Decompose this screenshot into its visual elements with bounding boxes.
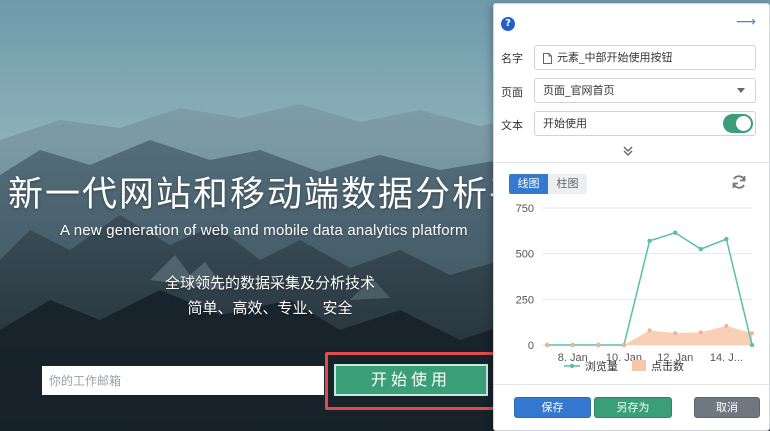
panel-divider-bottom [494,384,769,385]
chevron-down-icon [737,88,745,93]
legend-clicks-label: 点击数 [651,360,684,373]
clicks-point [545,343,550,347]
panel-divider [494,162,769,163]
clicks-point [596,343,601,347]
hero-subline: A new generation of web and mobile data … [60,222,468,239]
refresh-icon[interactable] [731,174,747,190]
element-editor-panel: ? ⟶ 名字 元素_中部开始使用按钮 页面 页面_官网首页 文本 开始使用 线图… [493,3,770,431]
views-point [672,230,678,235]
toggle-knob [736,116,751,131]
page-value: 页面_官网首页 [543,84,615,97]
chart-type-tabs: 线图 柱图 [509,174,587,194]
y-tick-label: 500 [516,249,534,261]
y-tick-label: 250 [516,294,534,306]
page-label: 页面 [501,86,523,99]
legend-clicks-swatch [632,360,646,371]
x-tick-label: 8. Jan [558,352,588,364]
text-label: 文本 [501,119,523,132]
tab-bar-chart[interactable]: 柱图 [548,174,587,194]
text-toggle[interactable] [723,114,753,133]
arrow-right-icon[interactable]: ⟶ [736,14,756,30]
text-value: 开始使用 [543,117,587,130]
clicks-point [724,323,729,328]
legend-views-marker [569,363,575,369]
clicks-point [570,343,575,347]
clicks-point [673,331,678,336]
help-icon[interactable]: ? [501,17,515,31]
views-clicks-chart: 02505007508. Jan 10. Jan 12. Jan 14. J...浏览… [516,203,755,373]
hero-slogan-line1: 全球领先的数据采集及分析技术 [164,274,375,292]
name-value: 元素_中部开始使用按钮 [557,51,673,64]
start-using-button[interactable]: 开始使用 [334,364,488,396]
name-field[interactable]: 元素_中部开始使用按钮 [534,45,756,70]
clicks-point [750,331,754,336]
tab-line-chart[interactable]: 线图 [509,174,548,194]
clicks-point [621,343,626,347]
hero-headline: 新一代网站和移动端数据分析平台 [8,175,498,215]
y-tick-label: 750 [516,203,534,215]
views-point [647,238,652,244]
document-icon [543,52,552,64]
y-tick-label: 0 [528,340,534,352]
work-email-input[interactable] [42,366,324,395]
clicks-point [647,328,652,333]
cancel-button[interactable]: 取消 [694,397,760,418]
hero-slogan-line2: 简单、高效、专业、安全 [187,299,353,317]
page-select[interactable]: 页面_官网首页 [534,78,756,103]
x-tick-label: 14. J... [710,352,743,364]
views-point [749,342,755,348]
clicks-point [698,330,703,335]
double-chevron-down-icon[interactable] [622,145,634,157]
text-field[interactable]: 开始使用 [534,111,756,136]
save-button[interactable]: 保存 [514,397,591,418]
views-point [698,246,703,252]
name-label: 名字 [501,52,523,65]
save-as-button[interactable]: 另存为 [594,397,672,418]
legend-views-label: 浏览量 [585,359,618,373]
views-point [724,236,729,242]
